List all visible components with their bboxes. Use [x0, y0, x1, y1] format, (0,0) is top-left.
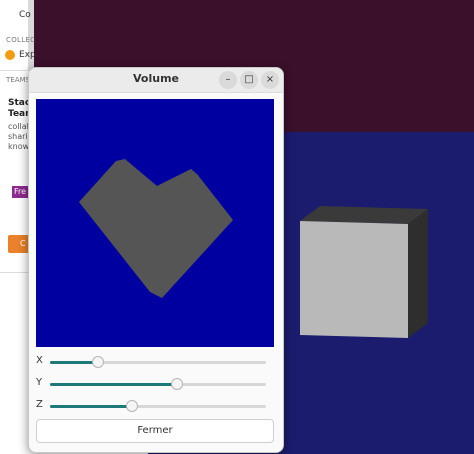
slider-x-fill [50, 361, 98, 364]
teams-header: TEAMS [6, 76, 30, 84]
close-window-button[interactable]: × [261, 71, 279, 89]
cube-front-face [300, 221, 408, 338]
fermer-button[interactable]: Fermer [36, 419, 274, 443]
slider-z-track[interactable] [50, 400, 266, 412]
volume-viewport[interactable] [36, 99, 274, 347]
background-app-title: Co [19, 10, 31, 20]
cube-top-face [300, 206, 428, 224]
slider-z-fill [50, 405, 133, 408]
slider-y-label: Y [36, 377, 43, 388]
minimize-button[interactable]: – [219, 71, 237, 89]
slider-x-handle[interactable] [91, 356, 104, 368]
slider-x-row: X [36, 354, 274, 370]
slider-z-label: Z [36, 399, 43, 410]
slider-z-row: Z [36, 398, 274, 414]
volume-canvas [79, 159, 233, 298]
slider-y-row: Y [36, 376, 274, 392]
slider-x-label: X [36, 355, 43, 366]
titlebar[interactable]: Volume – □ × [29, 68, 283, 93]
collections-header: COLLEC [6, 36, 36, 44]
rendered-cube [300, 206, 428, 338]
slider-y-track[interactable] [50, 378, 266, 390]
slider-y-fill [50, 383, 178, 386]
slider-y-handle[interactable] [171, 378, 184, 390]
slider-x-track[interactable] [50, 356, 266, 368]
explore-star-icon [5, 50, 15, 60]
cube-side-face [408, 209, 428, 338]
slider-z-handle[interactable] [126, 400, 139, 412]
volume-shape [79, 159, 233, 298]
maximize-button[interactable]: □ [240, 71, 258, 89]
volume-dialog: Volume – □ × X Y Z Fermer [28, 67, 284, 453]
explore-item[interactable]: Exp [19, 50, 36, 60]
